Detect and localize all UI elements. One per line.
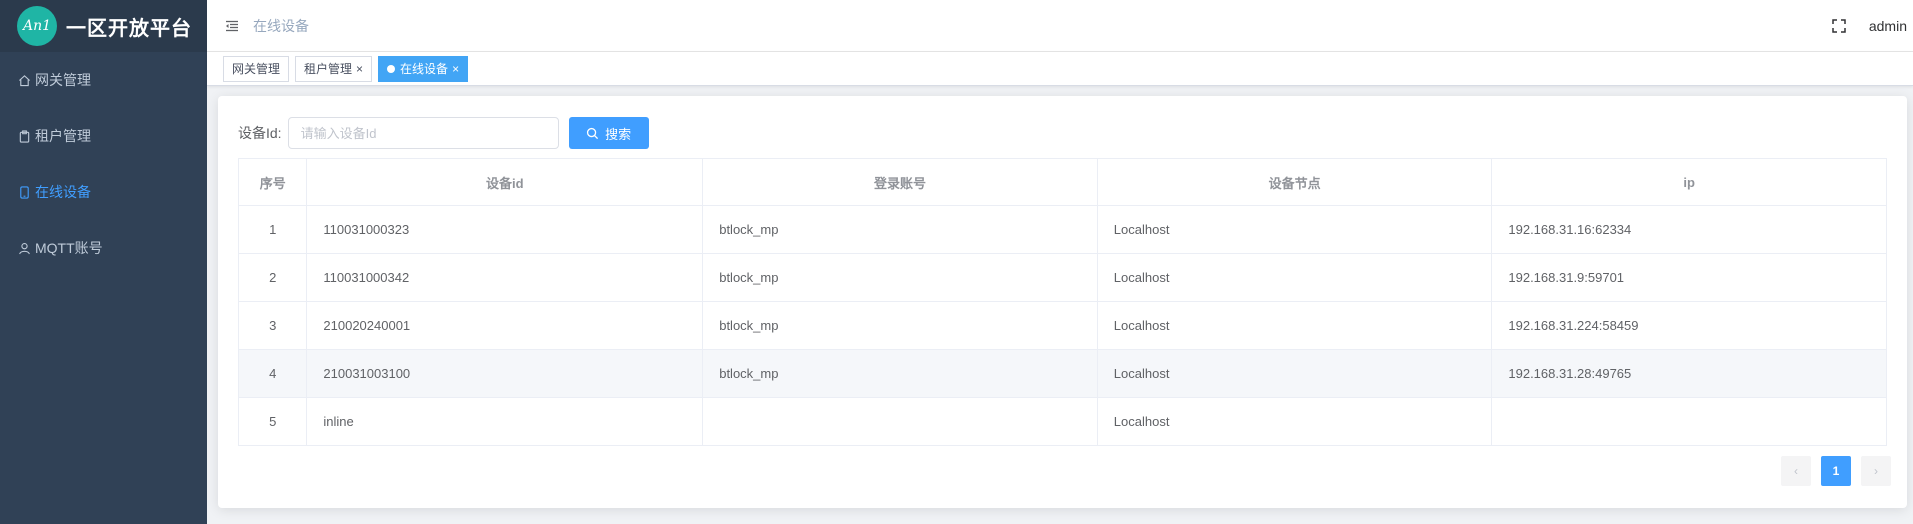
sidebar-item-tenant[interactable]: 租户管理 <box>0 108 207 164</box>
cell-login-account: btlock_mp <box>702 301 1098 350</box>
cell-index: 3 <box>237 301 308 350</box>
sidebar-item-gateway[interactable]: 网关管理 <box>0 52 207 108</box>
menu-fold-icon[interactable] <box>224 18 240 34</box>
pagination: ‹ 1 › <box>1771 456 1891 486</box>
cell-device-node: Localhost <box>1096 301 1493 350</box>
cell-device-id: 210020240001 <box>306 301 704 350</box>
cell-ip: 192.168.31.28:49765 <box>1491 349 1887 398</box>
close-icon[interactable]: × <box>452 57 459 81</box>
sidebar-item-mqtt[interactable]: MQTT账号 <box>0 220 207 276</box>
sidebar-item-label: 在线设备 <box>35 184 91 200</box>
col-header-device-id: 设备id <box>306 158 704 206</box>
sidebar-item-label: 租户管理 <box>35 128 91 144</box>
cell-ip: 192.168.31.9:59701 <box>1491 253 1887 302</box>
table-row: 1 110031000323 btlock_mp Localhost 192.1… <box>237 205 1887 254</box>
cell-login-account <box>702 397 1098 446</box>
logo[interactable]: An1 一区开放平台 <box>0 0 207 52</box>
cell-device-node: Localhost <box>1096 397 1493 446</box>
table-row: 5 inline Localhost <box>237 397 1887 446</box>
tag-label: 在线设备 <box>400 61 449 76</box>
search-icon <box>586 127 599 139</box>
close-icon[interactable]: × <box>356 57 363 81</box>
fullscreen-icon[interactable] <box>1831 18 1847 34</box>
cell-ip: 192.168.31.16:62334 <box>1491 205 1887 254</box>
main-card: 设备Id: 搜索 序号 设备id 登录账号 设备节点 ip 1 11003100… <box>218 96 1907 508</box>
tags-view: 网关管理 租户管理 × 在线设备 × <box>207 52 1913 86</box>
header: 在线设备 admin <box>207 0 1913 52</box>
cell-index: 4 <box>237 349 308 398</box>
device-id-input[interactable] <box>287 117 559 149</box>
cell-device-id: 110031000323 <box>306 205 704 254</box>
cell-device-node: Localhost <box>1096 253 1493 302</box>
cell-device-id: inline <box>306 397 704 446</box>
cell-device-node: Localhost <box>1096 349 1493 398</box>
search-button-label: 搜索 <box>605 126 632 142</box>
search-label: 设备Id: <box>238 125 282 141</box>
cell-device-id: 110031000342 <box>306 253 704 302</box>
col-header-device-node: 设备节点 <box>1096 158 1493 206</box>
cell-index: 1 <box>237 205 308 254</box>
tag-label: 网关管理 <box>232 61 281 76</box>
clipboard-icon <box>19 129 30 143</box>
cell-ip <box>1491 397 1887 446</box>
prev-page-button[interactable]: ‹ <box>1781 456 1811 486</box>
sidebar-item-online-devices[interactable]: 在线设备 <box>0 164 207 220</box>
search-form: 设备Id: 搜索 <box>238 117 649 149</box>
cell-device-node: Localhost <box>1096 205 1493 254</box>
col-header-ip: ip <box>1491 158 1887 206</box>
active-dot-icon <box>387 64 396 73</box>
tag-gateway[interactable]: 网关管理 <box>223 55 290 82</box>
sidebar-item-label: 网关管理 <box>35 72 91 88</box>
sidebar-item-label: MQTT账号 <box>35 240 103 256</box>
next-page-button[interactable]: › <box>1861 456 1891 486</box>
tag-tenant[interactable]: 租户管理 × <box>295 55 373 82</box>
cell-index: 5 <box>237 397 308 446</box>
sidebar: An1 一区开放平台 网关管理 租户管理 在线设备 MQTT账号 <box>0 0 207 524</box>
user-menu[interactable]: admin <box>1869 18 1907 34</box>
col-header-index: 序号 <box>237 158 308 206</box>
app-title: 一区开放平台 <box>66 17 192 40</box>
header-right: admin <box>1831 18 1907 34</box>
table-header-row: 序号 设备id 登录账号 设备节点 ip <box>237 158 1887 206</box>
cell-login-account: btlock_mp <box>702 205 1098 254</box>
cell-login-account: btlock_mp <box>702 253 1098 302</box>
breadcrumb: 在线设备 <box>253 17 309 34</box>
cell-index: 2 <box>237 253 308 302</box>
devices-table: 序号 设备id 登录账号 设备节点 ip 1 110031000323 btlo… <box>237 158 1887 446</box>
page-button[interactable]: 1 <box>1821 456 1851 486</box>
tag-label: 租户管理 <box>304 61 353 76</box>
home-icon <box>19 74 30 86</box>
user-icon <box>19 242 30 254</box>
cell-device-id: 210031003100 <box>306 349 704 398</box>
tag-online-devices[interactable]: 在线设备 × <box>378 55 469 82</box>
cell-ip: 192.168.31.224:58459 <box>1491 301 1887 350</box>
cell-login-account: btlock_mp <box>702 349 1098 398</box>
search-button[interactable]: 搜索 <box>568 117 649 149</box>
table-row: 3 210020240001 btlock_mp Localhost 192.1… <box>237 301 1887 350</box>
logo-mark: An1 <box>17 6 57 46</box>
table-row: 2 110031000342 btlock_mp Localhost 192.1… <box>237 253 1887 302</box>
col-header-login-account: 登录账号 <box>702 158 1098 206</box>
device-icon <box>20 185 29 199</box>
table-row: 4 210031003100 btlock_mp Localhost 192.1… <box>237 349 1887 398</box>
